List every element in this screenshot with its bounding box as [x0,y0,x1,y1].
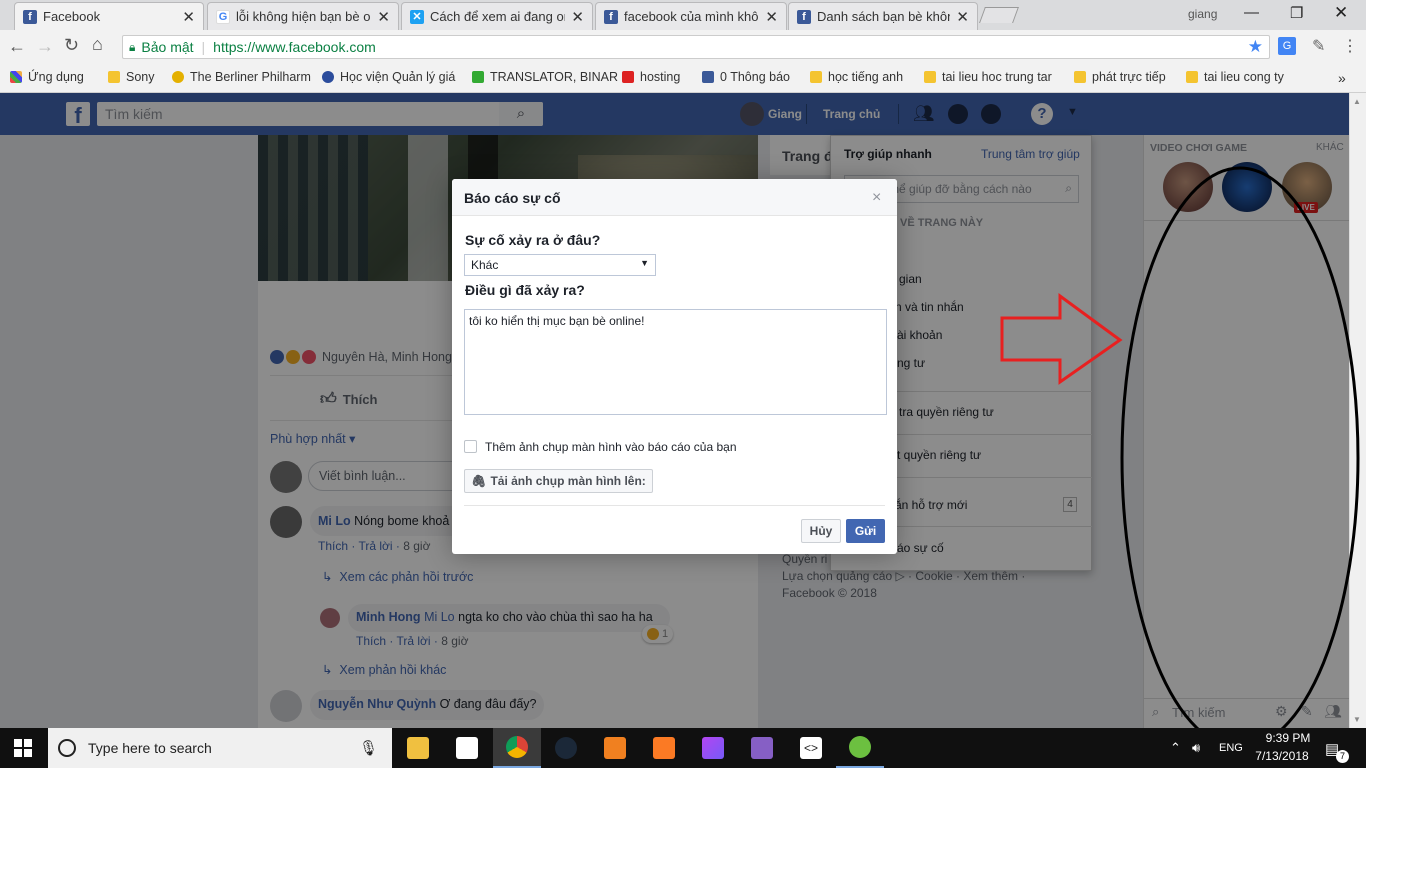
description-text: tôi ko hiển thị mục bạn bè online! [469,314,645,328]
language-indicator[interactable]: ENG [1219,742,1243,754]
cortana-icon [58,739,76,757]
sticky-notes-icon[interactable] [443,728,491,768]
file-explorer-icon[interactable] [394,728,442,768]
screenshot-checkbox-label[interactable]: Thêm ảnh chụp màn hình vào báo cáo của b… [485,440,737,454]
code-editor-icon[interactable]: <> [787,728,835,768]
taskbar-search-placeholder: Type here to search [88,740,212,756]
upload-screenshot-button[interactable]: 🖇︎ Tải ảnh chụp màn hình lên: [464,469,653,493]
visual-studio-icon[interactable] [738,728,786,768]
where-selected-value: Khác [471,258,499,272]
red-arrow-annotation [1000,293,1123,385]
microphone-icon[interactable]: 🎙︎ [359,739,378,757]
sublime-text-icon[interactable] [591,728,639,768]
facebook-icon: f [23,9,37,24]
where-label: Sự cố xảy ra ở đâu? [465,232,601,248]
screenshot-checkbox[interactable] [464,440,477,453]
taskbar-search-box[interactable]: Type here to search 🎙︎ [48,728,392,768]
tab-title: Facebook [43,9,101,24]
chrome-icon[interactable] [493,728,541,768]
cancel-button[interactable]: Hủy [801,519,841,543]
clock-date[interactable]: 7/13/2018 [1252,749,1312,763]
dialog-title: Báo cáo sự cố [464,190,561,206]
steam-icon[interactable] [542,728,590,768]
close-tab-icon[interactable]: ✕ [182,8,195,26]
black-circle-annotation [1120,166,1360,750]
close-icon[interactable]: × [872,189,881,207]
volume-icon[interactable]: 🔊︎ [1192,740,1200,756]
upload-label: Tải ảnh chụp màn hình lên: [490,474,646,488]
clock-time[interactable]: 9:39 PM [1258,731,1318,745]
tab-facebook[interactable]: f Facebook ✕ [14,2,204,30]
phpstorm-icon[interactable] [689,728,737,768]
tray-expand-icon[interactable]: ⌃ [1170,740,1181,756]
app-icon[interactable] [836,728,884,768]
xampp-icon[interactable] [640,728,688,768]
where-select[interactable]: Khác ▼ [464,254,656,276]
send-button[interactable]: Gửi [846,519,885,543]
what-label: Điều gì đã xảy ra? [465,282,585,298]
windows-start-icon[interactable] [14,739,32,757]
chevron-down-icon: ▼ [640,258,649,268]
report-problem-dialog: Báo cáo sự cố × Sự cố xảy ra ở đâu? Khác… [452,179,897,554]
description-textarea[interactable]: tôi ko hiển thị mục bạn bè online! [464,309,887,415]
notification-count-badge: 7 [1336,750,1349,763]
dialog-header: Báo cáo sự cố [452,179,897,216]
paperclip-icon: 🖇︎ [471,474,487,488]
